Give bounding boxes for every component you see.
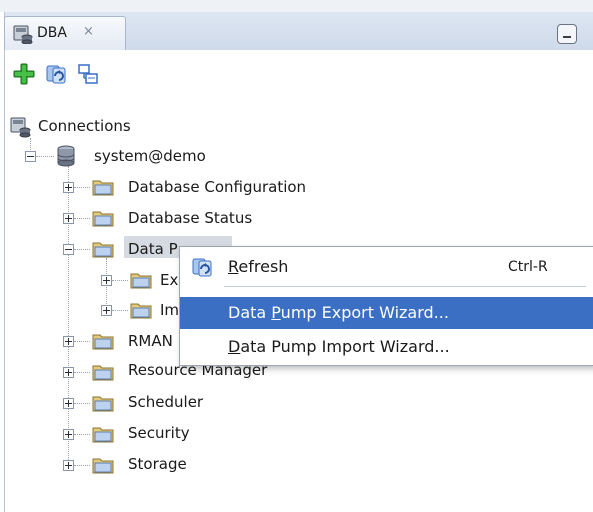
tree-item-export-jobs[interactable]: Ex <box>160 271 178 289</box>
tree-line <box>74 249 90 250</box>
expand-toggle[interactable] <box>63 367 74 378</box>
expand-toggle[interactable] <box>101 305 112 316</box>
menu-label-export: Data Pump Export Wizard... <box>228 303 449 322</box>
folder-icon <box>92 180 114 196</box>
folder-icon <box>92 458 114 474</box>
tree-item-import-jobs[interactable]: Im <box>160 301 179 319</box>
folder-icon <box>92 427 114 443</box>
tree-line <box>112 310 128 311</box>
window-top-edge <box>0 0 593 12</box>
expand-toggle[interactable] <box>63 336 74 347</box>
filter-icon[interactable] <box>76 62 100 86</box>
tree-line <box>74 372 90 373</box>
expand-toggle[interactable] <box>63 429 74 440</box>
connections-icon <box>10 117 31 138</box>
tree-line <box>74 218 90 219</box>
expand-toggle[interactable] <box>63 182 74 193</box>
expand-toggle[interactable] <box>101 275 112 286</box>
menu-item-data-pump-export-wizard[interactable]: Data Pump Export Wizard... <box>180 297 593 329</box>
menu-label-refresh: Refresh <box>228 257 289 276</box>
tab-label: DBA <box>37 25 67 41</box>
folder-icon <box>92 211 114 227</box>
tab-dba[interactable]: DBA × <box>4 16 126 51</box>
menu-separator <box>224 286 586 287</box>
expand-toggle[interactable] <box>63 398 74 409</box>
tree-item-scheduler[interactable]: Scheduler <box>128 393 203 411</box>
folder-icon <box>92 334 114 350</box>
folder-icon <box>92 365 114 381</box>
minimize-button[interactable] <box>557 24 577 44</box>
tree-line <box>36 156 54 157</box>
tree-line <box>112 280 128 281</box>
tree-line <box>74 434 90 435</box>
expand-toggle[interactable] <box>63 213 74 224</box>
tree-line <box>68 166 69 462</box>
folder-icon <box>130 303 152 319</box>
menu-item-data-pump-import-wizard[interactable]: Data Pump Import Wizard... <box>180 331 593 363</box>
expand-toggle[interactable] <box>63 460 74 471</box>
tree-line <box>74 403 90 404</box>
tab-close-icon[interactable]: × <box>83 24 94 39</box>
tree-line <box>74 187 90 188</box>
folder-icon <box>130 273 152 289</box>
tree-node-connection[interactable]: system@demo <box>94 147 206 165</box>
tree-item-database-status[interactable]: Database Status <box>128 209 252 227</box>
database-icon <box>57 145 75 167</box>
tree-root-connections[interactable]: Connections <box>38 117 131 135</box>
tree-line <box>74 341 90 342</box>
menu-label-import: Data Pump Import Wizard... <box>228 337 450 356</box>
folder-icon <box>92 242 114 258</box>
folder-icon <box>92 396 114 412</box>
shortcut-label: Ctrl-R <box>508 259 548 275</box>
tree-item-security[interactable]: Security <box>128 424 190 442</box>
tree-item-data-pump[interactable]: Data P <box>128 240 178 258</box>
collapse-toggle[interactable] <box>63 244 74 255</box>
refresh-icon <box>192 258 212 277</box>
refresh-icon[interactable] <box>44 62 68 86</box>
dba-panel: DBA × Connections system@demo Database C… <box>0 0 593 512</box>
tree-item-rman[interactable]: RMAN <box>128 332 173 350</box>
tree-item-storage[interactable]: Storage <box>128 455 187 473</box>
add-icon[interactable] <box>12 62 36 86</box>
tree-item-database-configuration[interactable]: Database Configuration <box>128 178 306 196</box>
tree-line <box>74 465 90 466</box>
dba-database-icon <box>13 25 33 44</box>
collapse-toggle[interactable] <box>25 151 36 162</box>
context-menu: Refresh Ctrl-R Data Pump Export Wizard..… <box>179 246 593 366</box>
menu-item-refresh[interactable]: Refresh Ctrl-R <box>180 251 593 283</box>
